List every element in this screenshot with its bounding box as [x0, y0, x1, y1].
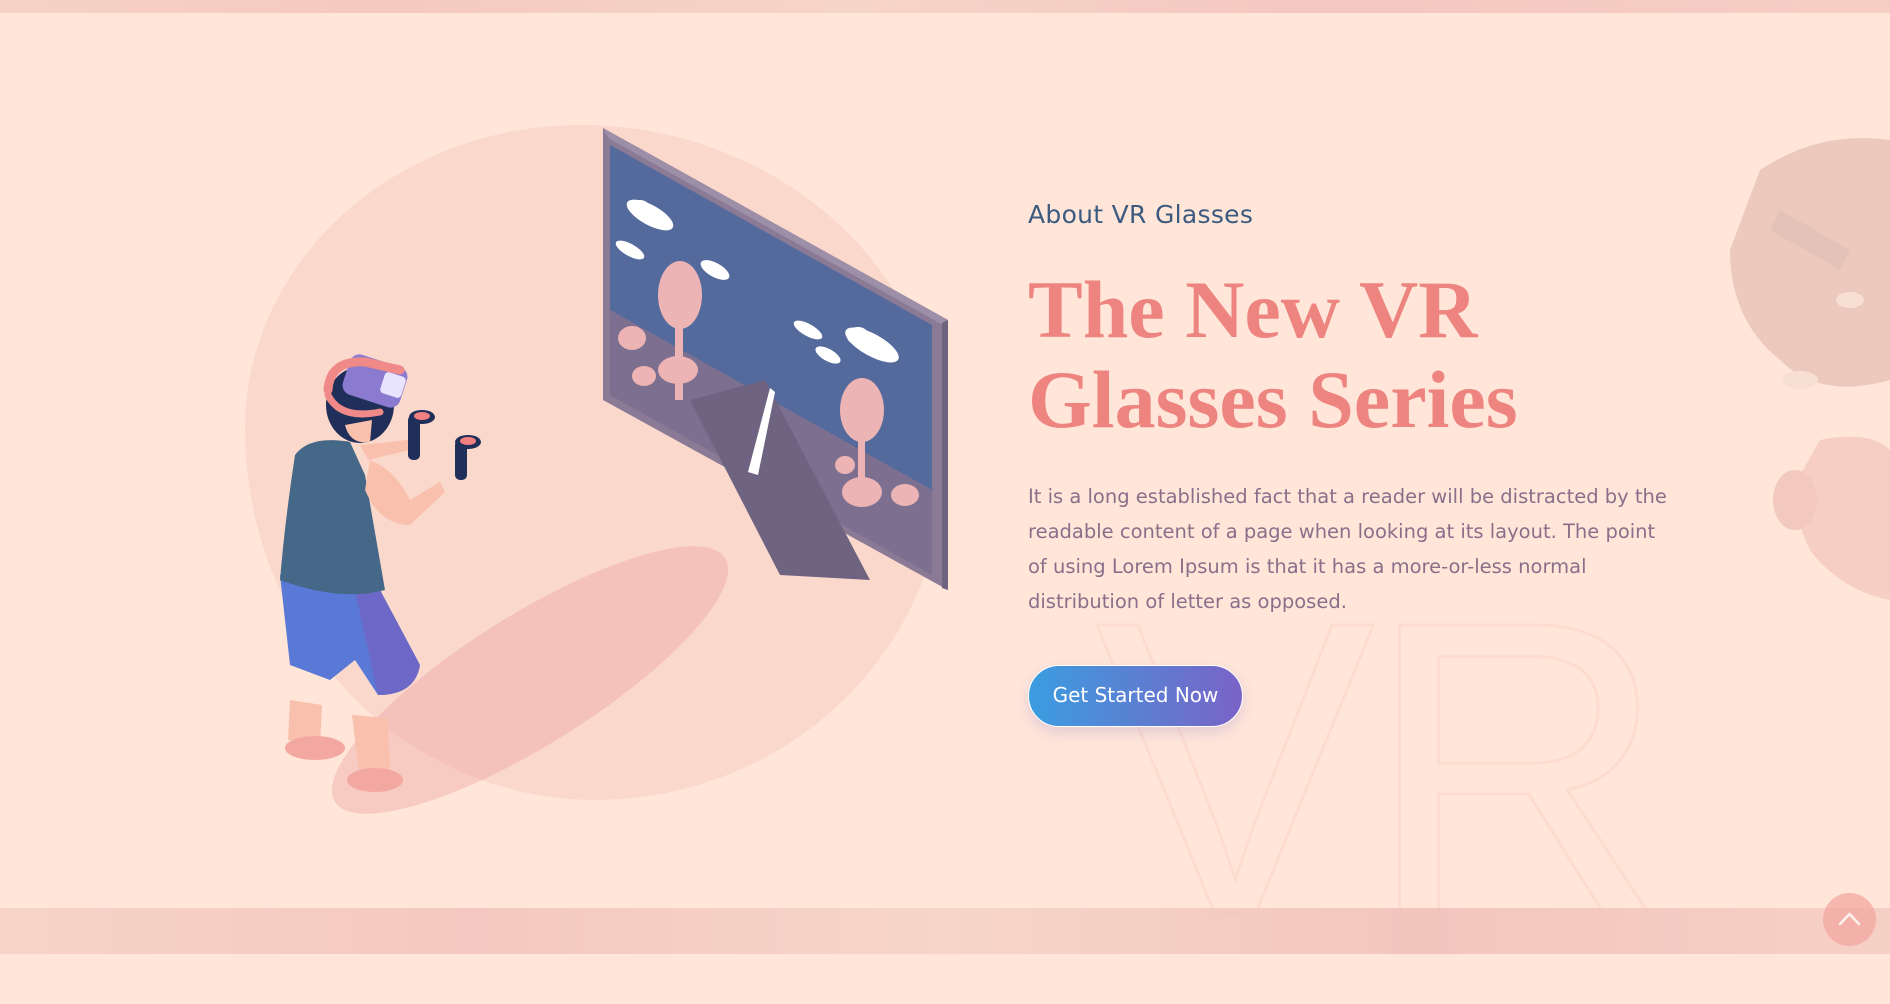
scroll-to-top-button[interactable] [1823, 893, 1876, 946]
bottom-section-edge [0, 908, 1890, 954]
vr-user-illustration [280, 128, 948, 814]
section-eyebrow: About VR Glasses [1028, 200, 1254, 229]
chevron-up-icon [1838, 912, 1861, 926]
vr-screen [603, 128, 948, 590]
hero-headline: The New VR Glasses Series [1028, 264, 1518, 445]
hero-description: It is a long established fact that a rea… [1028, 485, 1667, 613]
get-started-button[interactable]: Get Started Now [1028, 665, 1243, 727]
top-section-edge [0, 0, 1890, 13]
vr-headset-decoration [1730, 138, 1890, 600]
